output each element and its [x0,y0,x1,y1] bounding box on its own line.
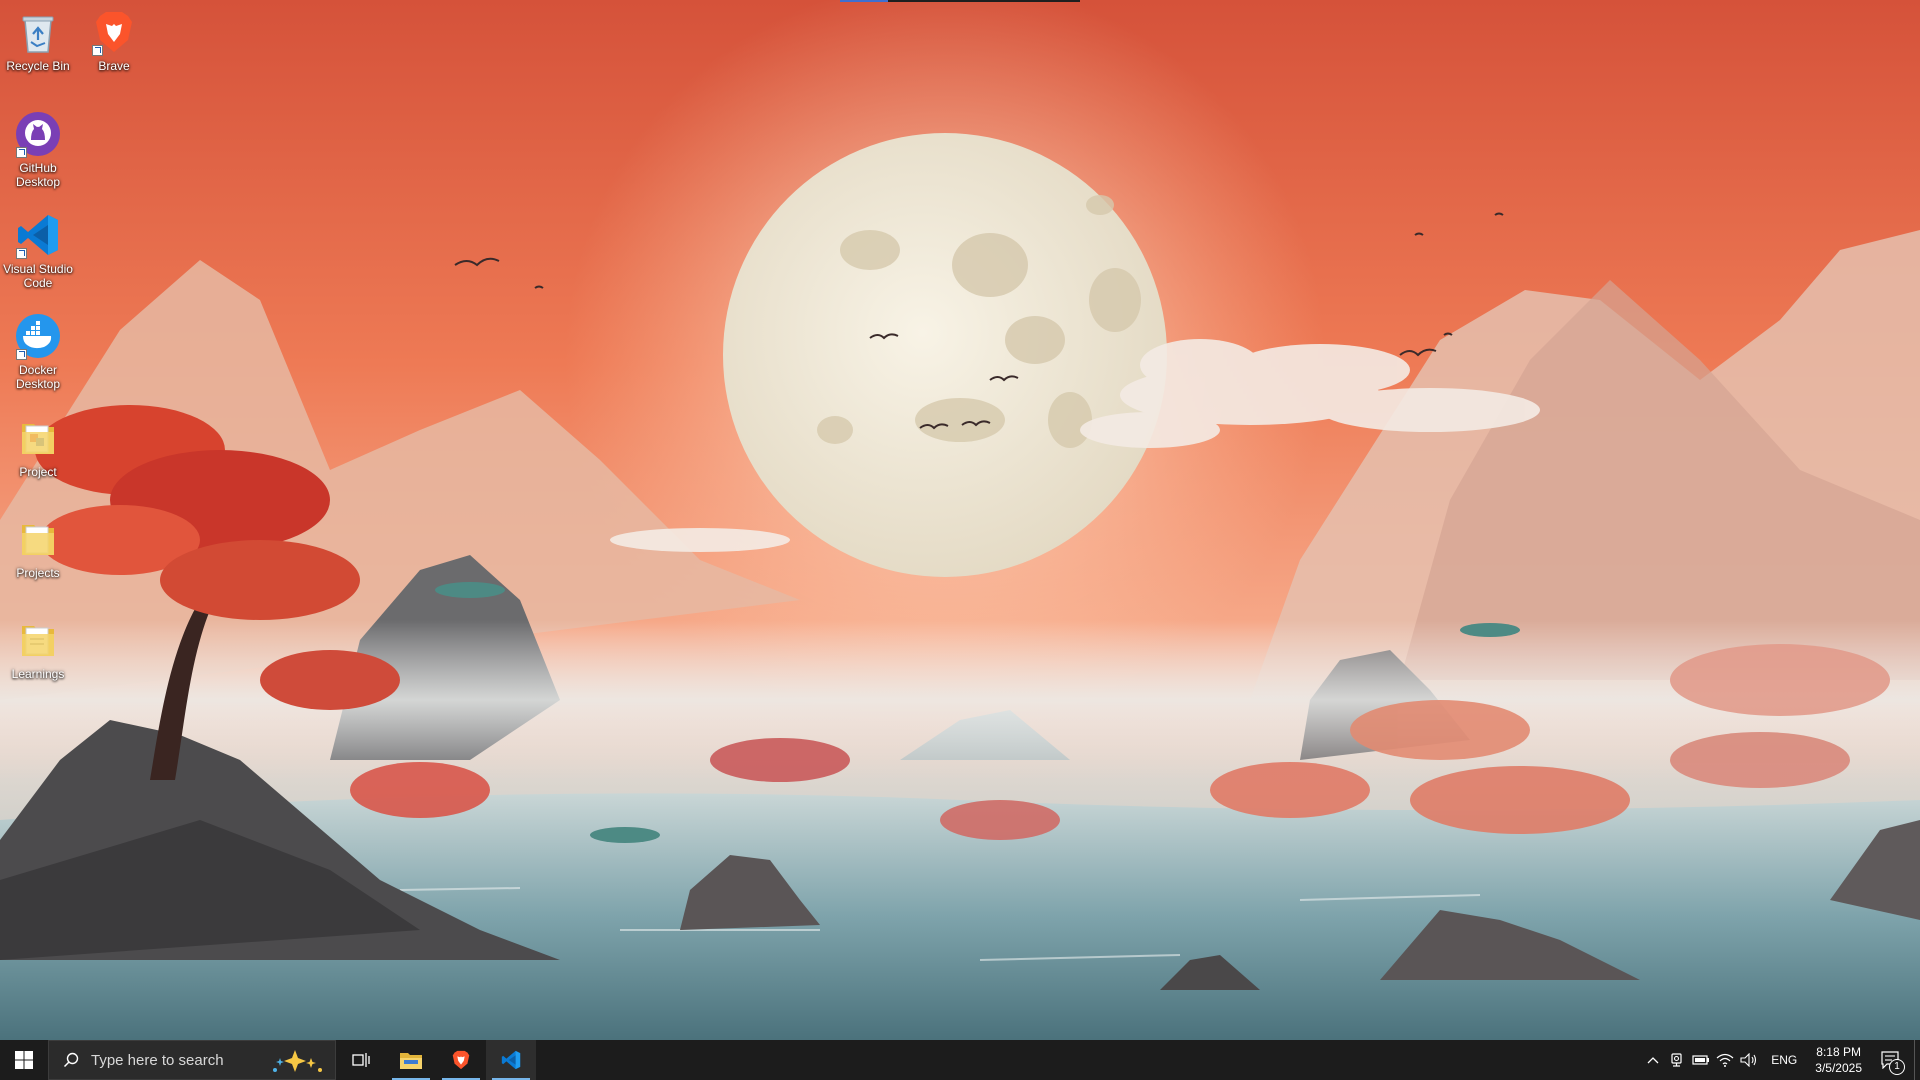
folder-icon [14,515,62,563]
camera-icon [1671,1053,1682,1067]
vscode-icon [14,211,62,259]
desktop-icon-learnings[interactable]: Learnings [0,612,76,681]
window-edge-sliver [840,0,1080,2]
shortcut-arrow-icon [16,147,27,158]
show-hidden-icons-button[interactable] [1641,1040,1665,1080]
folder-icon [14,616,62,664]
desktop-icon-label: Learnings [11,667,65,681]
taskbar-file-explorer[interactable] [386,1040,436,1080]
input-language-indicator[interactable]: ENG [1761,1053,1807,1067]
taskbar: Type here to search ENG 8:18 PM 3/5/2025… [0,1040,1920,1080]
brave-icon [90,8,138,56]
search-highlight-sparkle-icon[interactable] [269,1048,325,1074]
desktop-icon-label: Brave [98,59,130,73]
tray-network[interactable] [1713,1040,1737,1080]
system-tray: ENG 8:18 PM 3/5/2025 1 [1641,1040,1920,1080]
desktop-icon-github-desktop[interactable]: GitHub Desktop [0,106,76,189]
wifi-icon [1716,1053,1734,1067]
desktop-icon-label: Projects [16,566,60,580]
shortcut-arrow-icon [16,248,27,259]
desktop-icon-project[interactable]: Project [0,410,76,479]
shortcut-arrow-icon [92,45,103,56]
tray-battery[interactable] [1689,1040,1713,1080]
taskbar-brave[interactable] [436,1040,486,1080]
notification-count-badge: 1 [1889,1059,1905,1075]
desktop-icon-label: GitHub Desktop [15,161,61,189]
clock-date: 3/5/2025 [1815,1061,1862,1075]
desktop-icon-label: Visual Studio Code [3,262,73,290]
github-desktop-icon [14,110,62,158]
taskbar-clock[interactable]: 8:18 PM 3/5/2025 [1807,1044,1870,1076]
tray-volume[interactable] [1737,1040,1761,1080]
desktop-icon-brave[interactable]: Brave [76,4,152,73]
search-placeholder: Type here to search [91,1051,224,1069]
brave-icon [452,1050,470,1070]
taskbar-task-view[interactable] [336,1040,386,1080]
file-explorer-icon [400,1053,422,1069]
chevron-up-icon [1647,1057,1659,1064]
docker-icon [14,312,62,360]
task-view-icon [352,1053,370,1067]
start-button[interactable] [0,1040,48,1080]
speaker-icon [1740,1053,1757,1067]
desktop-icon-vscode[interactable]: Visual Studio Code [0,207,76,290]
windows-logo-icon [15,1051,33,1069]
taskbar-search-box[interactable]: Type here to search [48,1040,336,1080]
recycle-bin-icon [14,8,62,56]
shortcut-arrow-icon [16,349,27,360]
action-center-button[interactable]: 1 [1870,1040,1910,1080]
desktop-icon-recycle-bin[interactable]: Recycle Bin [0,4,76,73]
folder-icon [14,414,62,462]
clock-time: 8:18 PM [1816,1045,1861,1059]
desktop-icon-docker[interactable]: Docker Desktop [0,308,76,391]
desktop-wallpaper [0,0,1920,1040]
desktop-icon-label: Project [19,465,57,479]
vscode-icon [501,1050,521,1070]
taskbar-vscode[interactable] [486,1040,536,1080]
search-icon [63,1052,79,1068]
battery-icon [1692,1055,1710,1065]
tray-meet-now[interactable] [1665,1040,1689,1080]
show-desktop-button[interactable] [1914,1040,1920,1080]
desktop-icon-label: Docker Desktop [15,363,61,391]
desktop-icon-projects[interactable]: Projects [0,511,76,580]
desktop-icon-label: Recycle Bin [6,59,70,73]
